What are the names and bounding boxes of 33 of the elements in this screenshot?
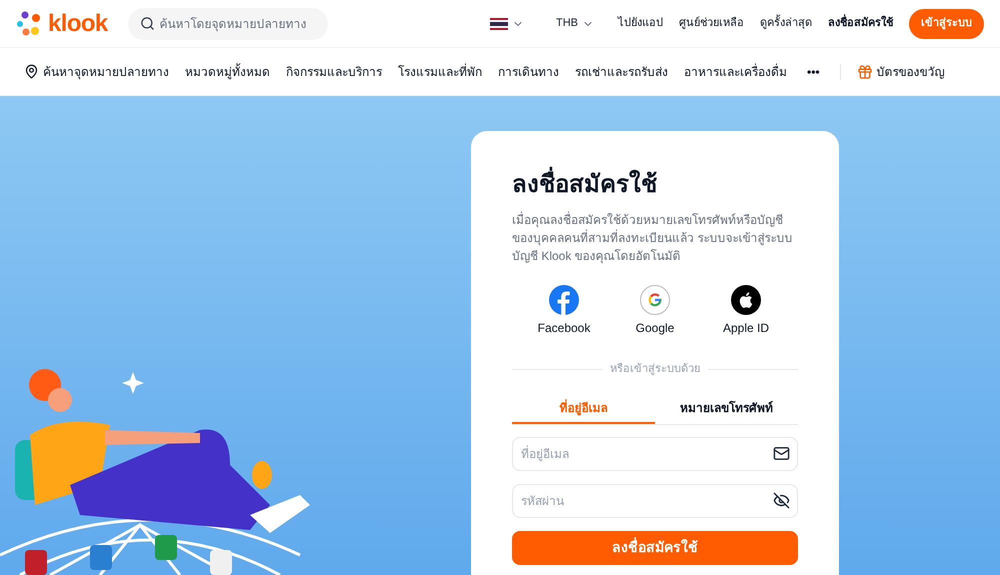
- google-icon: [640, 285, 670, 315]
- divider-text: หรือเข้าสู่ระบบด้วย: [610, 362, 700, 377]
- nav-link[interactable]: โรงแรมและที่พัก: [398, 62, 482, 80]
- social-login-button[interactable]: Facebook: [524, 285, 604, 337]
- signup-description: เมื่อคุณลงชื่อสมัครใช้ด้วยหมายเลขโทรศัพท์หรือบัญชีของบุคคลคนที่สามที่ลงทะเบียนแล้ว ระบบจะเข้าสู่ระบบบัญชี Klook ของคุณโดยอัตโนมัติ: [512, 211, 794, 265]
- nav-link[interactable]: หมวดหมู่ทั้งหมด: [185, 62, 270, 80]
- flag-icon: [490, 18, 508, 30]
- destination-link[interactable]: ค้นหาจุดหมายปลายทาง: [24, 62, 169, 80]
- location-pin-icon: [24, 64, 39, 79]
- apple-icon: [731, 285, 761, 315]
- gift-icon: [856, 64, 873, 80]
- password-field[interactable]: รหัสผ่าน: [512, 484, 798, 518]
- gift-card-link[interactable]: บัตรของขวัญ: [856, 62, 945, 80]
- search-field[interactable]: ค้นหาโดยจุดหมายปลายทาง: [128, 8, 328, 40]
- hidden-eye-icon: [773, 492, 790, 508]
- signup-title: ลงชื่อสมัครใช้: [512, 167, 798, 203]
- header-link[interactable]: ดูครั้งล่าสุด: [760, 15, 812, 32]
- mail-icon: [773, 444, 790, 462]
- search-icon: [140, 16, 155, 30]
- tab[interactable]: หมายเลขโทรศัพท์: [655, 394, 798, 424]
- email-field[interactable]: ที่อยู่อีเมล: [512, 436, 798, 470]
- nav-link[interactable]: อาหารและเครื่องดื่ม: [684, 62, 787, 80]
- header-link[interactable]: ศูนย์ช่วยเหลือ: [679, 15, 744, 32]
- nav-link[interactable]: รถเช่าและรถรับส่ง: [575, 62, 668, 80]
- header-link[interactable]: ลงชื่อสมัครใช้: [828, 15, 893, 32]
- header-link[interactable]: ไปยังแอป: [618, 15, 663, 32]
- nav-link[interactable]: กิจกรรมและบริการ: [286, 62, 382, 80]
- social-login-button[interactable]: Apple ID: [706, 285, 786, 337]
- facebook-icon: [549, 285, 579, 315]
- currency-selector[interactable]: THB: [548, 15, 602, 32]
- social-login-button[interactable]: Google: [615, 285, 695, 337]
- nav-link[interactable]: การเดินทาง: [498, 62, 559, 80]
- more-button[interactable]: •••: [803, 62, 824, 80]
